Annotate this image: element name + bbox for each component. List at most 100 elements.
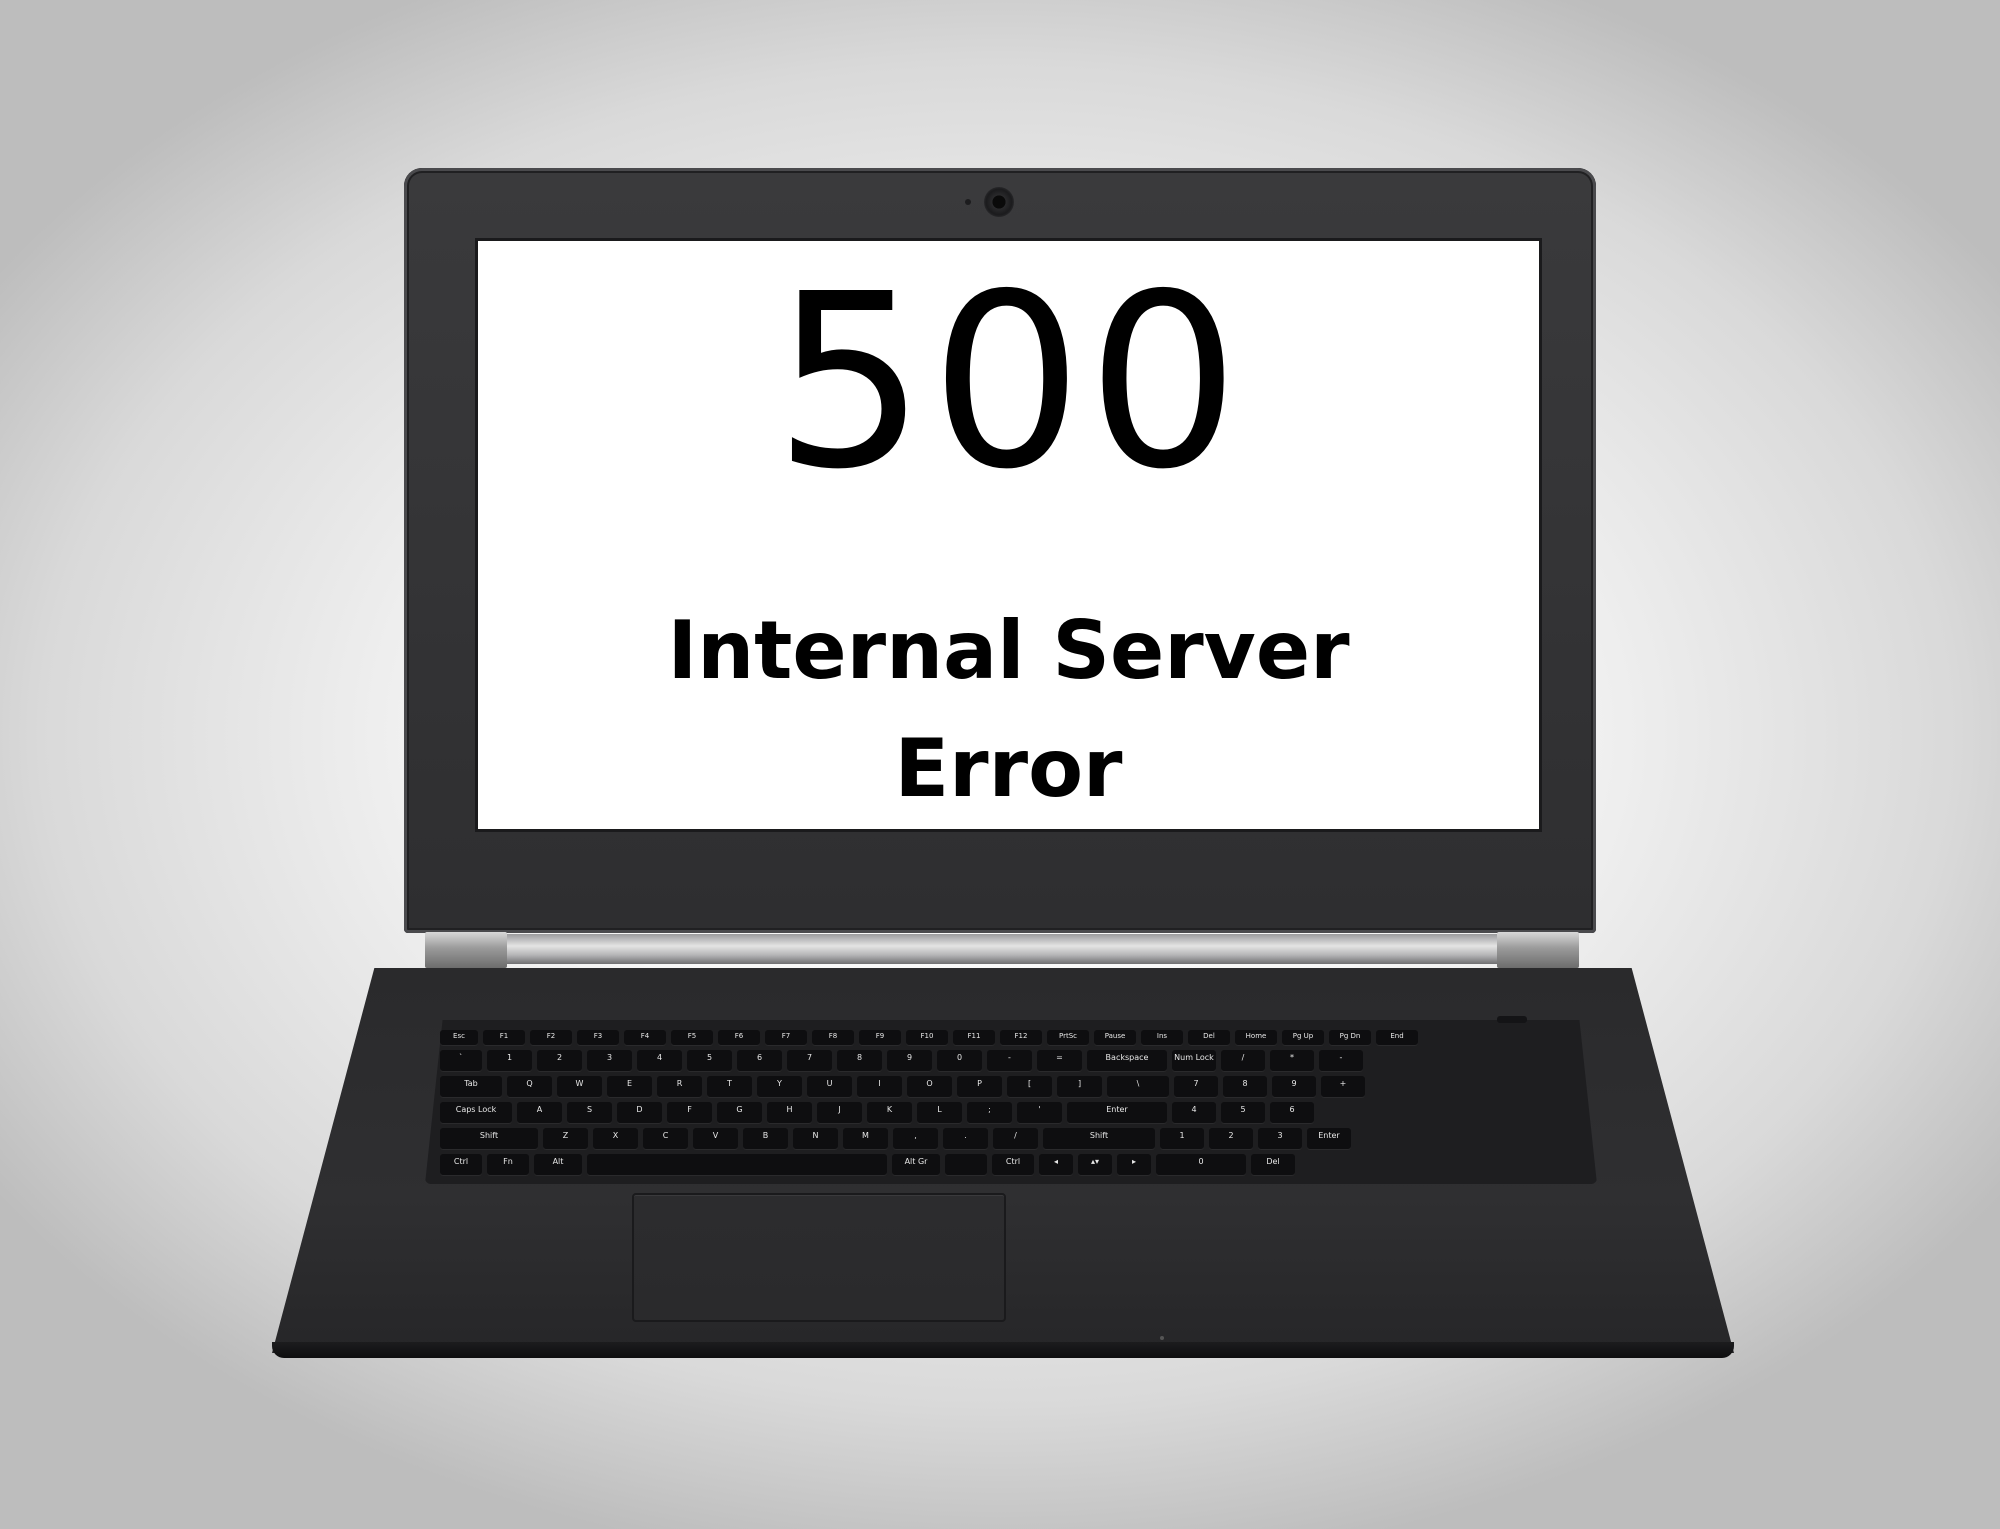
key[interactable]: Caps Lock xyxy=(440,1102,512,1124)
key[interactable]: Alt xyxy=(534,1154,582,1176)
key[interactable]: 5 xyxy=(1221,1102,1265,1124)
key[interactable]: F4 xyxy=(624,1030,666,1046)
key[interactable]: 4 xyxy=(1172,1102,1216,1124)
key[interactable]: Enter xyxy=(1307,1128,1351,1150)
key[interactable]: F9 xyxy=(859,1030,901,1046)
power-button[interactable] xyxy=(1497,1016,1527,1023)
key[interactable]: 6 xyxy=(1270,1102,1314,1124)
key[interactable]: 0 xyxy=(1156,1154,1246,1176)
key[interactable]: 2 xyxy=(1209,1128,1253,1150)
key[interactable]: F7 xyxy=(765,1030,807,1046)
key[interactable]: F6 xyxy=(718,1030,760,1046)
key[interactable]: E xyxy=(607,1076,652,1098)
key[interactable]: 2 xyxy=(537,1050,582,1072)
key[interactable]: N xyxy=(793,1128,838,1150)
key[interactable]: 4 xyxy=(637,1050,682,1072)
key[interactable]: Del xyxy=(1188,1030,1230,1046)
key[interactable]: Shift xyxy=(440,1128,538,1150)
key[interactable]: 9 xyxy=(887,1050,932,1072)
key[interactable]: F5 xyxy=(671,1030,713,1046)
key[interactable]: / xyxy=(993,1128,1038,1150)
key[interactable]: F1 xyxy=(483,1030,525,1046)
touchpad[interactable] xyxy=(632,1193,1006,1322)
key[interactable]: * xyxy=(1270,1050,1314,1072)
key[interactable]: F2 xyxy=(530,1030,572,1046)
key[interactable]: F xyxy=(667,1102,712,1124)
key[interactable]: Y xyxy=(757,1076,802,1098)
key[interactable]: 8 xyxy=(837,1050,882,1072)
key[interactable] xyxy=(945,1154,987,1176)
key[interactable]: PrtSc xyxy=(1047,1030,1089,1046)
key[interactable]: 6 xyxy=(737,1050,782,1072)
key[interactable]: P xyxy=(957,1076,1002,1098)
key[interactable]: O xyxy=(907,1076,952,1098)
key[interactable]: X xyxy=(593,1128,638,1150)
key[interactable]: 7 xyxy=(787,1050,832,1072)
key[interactable]: T xyxy=(707,1076,752,1098)
key[interactable]: H xyxy=(767,1102,812,1124)
key[interactable]: Ins xyxy=(1141,1030,1183,1046)
key[interactable]: Del xyxy=(1251,1154,1295,1176)
key[interactable]: A xyxy=(517,1102,562,1124)
key[interactable]: , xyxy=(893,1128,938,1150)
key[interactable]: F8 xyxy=(812,1030,854,1046)
key[interactable]: + xyxy=(1321,1076,1365,1098)
key[interactable]: 0 xyxy=(937,1050,982,1072)
key[interactable]: 1 xyxy=(1160,1128,1204,1150)
key[interactable]: M xyxy=(843,1128,888,1150)
key[interactable]: C xyxy=(643,1128,688,1150)
key[interactable]: D xyxy=(617,1102,662,1124)
key[interactable]: 1 xyxy=(487,1050,532,1072)
key[interactable]: End xyxy=(1376,1030,1418,1046)
key[interactable]: L xyxy=(917,1102,962,1124)
key[interactable]: ▸ xyxy=(1117,1154,1151,1176)
key[interactable]: ` xyxy=(440,1050,482,1072)
key[interactable]: Shift xyxy=(1043,1128,1155,1150)
key[interactable]: . xyxy=(943,1128,988,1150)
key[interactable]: F3 xyxy=(577,1030,619,1046)
key[interactable]: Q xyxy=(507,1076,552,1098)
key[interactable]: 7 xyxy=(1174,1076,1218,1098)
key[interactable]: V xyxy=(693,1128,738,1150)
key[interactable]: 9 xyxy=(1272,1076,1316,1098)
key[interactable]: Z xyxy=(543,1128,588,1150)
key[interactable]: Home xyxy=(1235,1030,1277,1046)
key[interactable]: B xyxy=(743,1128,788,1150)
key[interactable]: ] xyxy=(1057,1076,1102,1098)
key[interactable]: ; xyxy=(967,1102,1012,1124)
key[interactable] xyxy=(587,1154,887,1176)
key[interactable]: 8 xyxy=(1223,1076,1267,1098)
key[interactable]: I xyxy=(857,1076,902,1098)
key[interactable]: = xyxy=(1037,1050,1082,1072)
key[interactable]: [ xyxy=(1007,1076,1052,1098)
key[interactable]: / xyxy=(1221,1050,1265,1072)
key[interactable]: W xyxy=(557,1076,602,1098)
key[interactable]: G xyxy=(717,1102,762,1124)
key[interactable]: \ xyxy=(1107,1076,1169,1098)
key[interactable]: 3 xyxy=(1258,1128,1302,1150)
key[interactable]: 5 xyxy=(687,1050,732,1072)
key[interactable]: Pg Up xyxy=(1282,1030,1324,1046)
key[interactable]: F11 xyxy=(953,1030,995,1046)
key[interactable]: Num Lock xyxy=(1172,1050,1216,1072)
key[interactable]: Ctrl xyxy=(992,1154,1034,1176)
key[interactable]: Esc xyxy=(440,1030,478,1046)
key[interactable]: Ctrl xyxy=(440,1154,482,1176)
key[interactable]: Enter xyxy=(1067,1102,1167,1124)
key[interactable]: Fn xyxy=(487,1154,529,1176)
key[interactable]: K xyxy=(867,1102,912,1124)
key[interactable]: ▴▾ xyxy=(1078,1154,1112,1176)
key[interactable]: Backspace xyxy=(1087,1050,1167,1072)
key[interactable]: F10 xyxy=(906,1030,948,1046)
key[interactable]: S xyxy=(567,1102,612,1124)
key[interactable]: 3 xyxy=(587,1050,632,1072)
key[interactable]: J xyxy=(817,1102,862,1124)
key[interactable]: Alt Gr xyxy=(892,1154,940,1176)
key[interactable]: - xyxy=(1319,1050,1363,1072)
key[interactable]: U xyxy=(807,1076,852,1098)
key[interactable]: ' xyxy=(1017,1102,1062,1124)
key[interactable]: Pause xyxy=(1094,1030,1136,1046)
key[interactable]: R xyxy=(657,1076,702,1098)
key[interactable]: Pg Dn xyxy=(1329,1030,1371,1046)
key[interactable]: Tab xyxy=(440,1076,502,1098)
